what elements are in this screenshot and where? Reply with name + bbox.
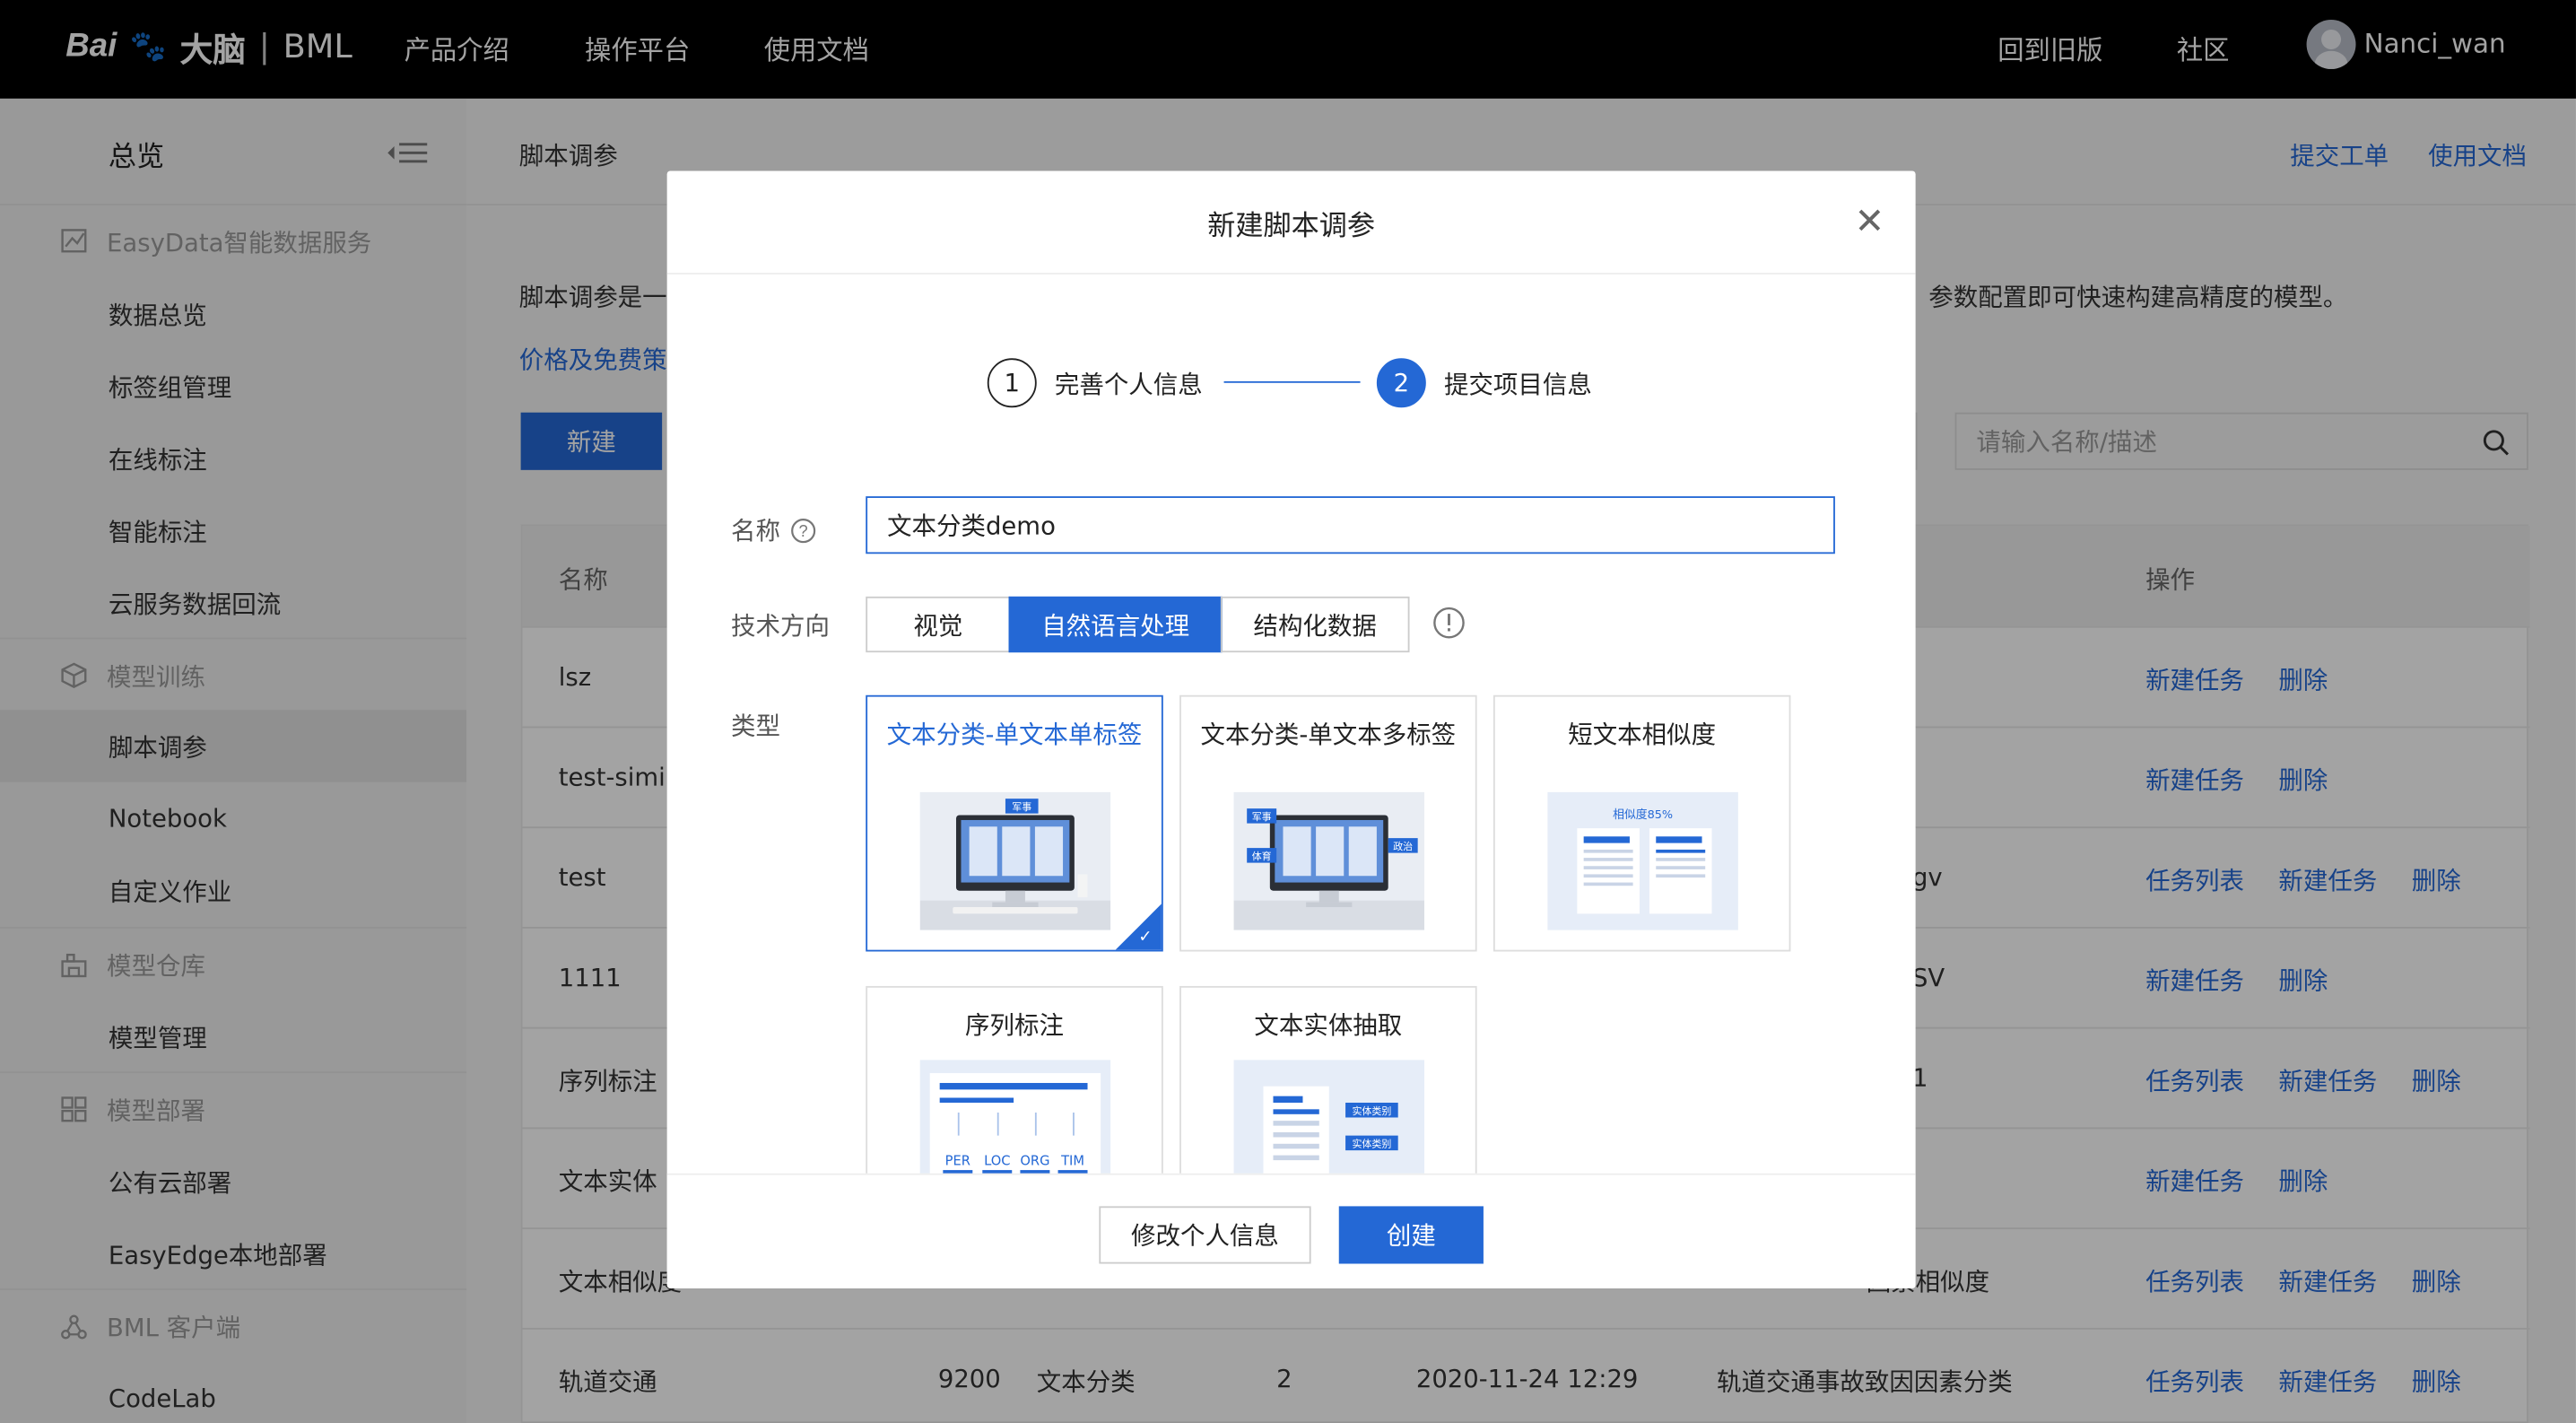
card-title: 文本分类-单文本单标签 [886,720,1143,750]
check-icon: ✓ [1138,928,1153,947]
info-icon[interactable] [1432,607,1466,640]
card-tag: 相似度85% [1613,808,1673,822]
close-icon[interactable]: ✕ [1853,205,1886,240]
step-2: 2 提交项目信息 [1376,358,1592,408]
card-tag: TIM [1060,1154,1084,1169]
card-title: 序列标注 [965,1010,1064,1041]
type-card-single-label[interactable]: 文本分类-单文本单标签 军事 ✓ [866,694,1163,952]
card-tag: ORG [1020,1154,1049,1169]
step-1-label: 完善个人信息 [1054,369,1203,399]
dialog-footer: 修改个人信息 创建 [666,1173,1916,1288]
type-card-multi-label[interactable]: 文本分类-单文本多标签 军事 体育 政治 [1179,694,1477,952]
card-tag: PER [945,1154,970,1169]
card-tag: 实体类别 [1352,1137,1391,1149]
card-title: 文本实体抽取 [1254,1010,1403,1041]
direction-vision[interactable]: 视觉 [866,596,1011,653]
dialog-title: 新建脚本调参 [666,170,1916,275]
card-tag: 军事 [1012,801,1031,813]
svg-text:?: ? [799,520,808,539]
edit-profile-button[interactable]: 修改个人信息 [1099,1206,1311,1264]
card-title: 文本分类-单文本多标签 [1200,720,1457,750]
direction-nlp[interactable]: 自然语言处理 [1008,596,1223,653]
direction-structured[interactable]: 结构化数据 [1220,596,1410,653]
name-label: 名称 ? [731,512,816,546]
step-connector [1223,380,1361,383]
step-1: 1 完善个人信息 [987,358,1203,408]
card-tag: LOC [984,1154,1010,1169]
step-1-number: 1 [987,358,1037,408]
monitor-illustration: 军事 体育 政治 [1233,791,1424,930]
step-2-number: 2 [1376,358,1426,408]
similarity-illustration: 相似度85% [1547,791,1738,930]
card-title: 短文本相似度 [1568,720,1717,750]
help-icon[interactable]: ? [790,517,816,543]
card-tag: 体育 [1252,850,1272,862]
step-2-label: 提交项目信息 [1443,369,1592,399]
name-input-value: 文本分类demo [887,511,1056,541]
name-label-text: 名称 [731,516,781,546]
type-card-text-similarity[interactable]: 短文本相似度 相似度85% [1493,694,1791,952]
card-tag: 实体类别 [1352,1104,1391,1117]
direction-label: 技术方向 [731,611,830,642]
card-tag: 政治 [1393,840,1413,852]
card-tag: 军事 [1252,811,1272,823]
new-script-dialog: 新建脚本调参 ✕ 1 完善个人信息 2 提交项目信息 名称 ? 文本分类demo… [666,170,1916,1288]
create-button[interactable]: 创建 [1338,1206,1484,1264]
monitor-illustration: 军事 [919,791,1111,930]
type-label: 类型 [731,712,781,742]
name-input[interactable]: 文本分类demo [866,496,1835,554]
